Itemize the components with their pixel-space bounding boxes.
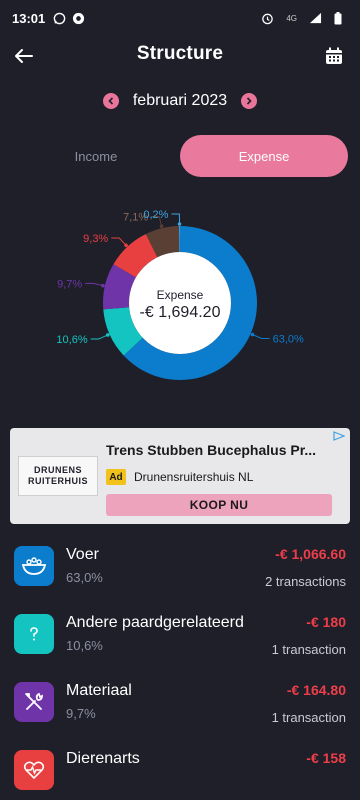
ad-source: Drunensruitershuis NL [134, 470, 254, 484]
expense-donut-chart: 63,0% 10,6% 9,7% 9,3% 7,1% 0,2% Expense -€ 1,… [0, 200, 360, 410]
slice-leader-dot [250, 332, 255, 337]
status-bar: 13:01 4G [0, 0, 360, 36]
whatsapp-icon [53, 12, 66, 25]
ad-cta-button[interactable]: KOOP NU [106, 494, 332, 516]
category-name: Voer [66, 546, 99, 563]
category-transactions: 2 transactions [265, 574, 346, 589]
slice-leader-dot [159, 224, 164, 228]
category-icon-bg [14, 546, 54, 586]
category-name: Andere paardgerelateerd [66, 614, 244, 631]
slice-leader-line [85, 282, 104, 287]
chrome-icon [72, 12, 85, 25]
slice-leader-dot [105, 333, 110, 337]
chart-center: Expense -€ 1,694.20 [130, 288, 230, 322]
category-percentage: 63,0% [66, 570, 103, 585]
slice-leader-line [252, 334, 270, 340]
ad-title[interactable]: Trens Stubben Bucephalus Pr... [106, 442, 326, 458]
slice-leader-line [90, 334, 108, 340]
chart-center-value: -€ 1,694.20 [139, 304, 221, 321]
list-item[interactable]: Voer 63,0% -€ 1,066.60 2 transactions [0, 540, 360, 608]
month-selector: februari 2023 [0, 88, 360, 114]
heartbeat-icon [23, 761, 45, 780]
income-expense-toggle: Income Expense [12, 135, 348, 177]
chart-center-label: Expense [156, 288, 204, 302]
slice-leader-line [111, 237, 127, 246]
category-list: Voer 63,0% -€ 1,066.60 2 transactions An… [0, 540, 360, 800]
ad-logo-line2: RUITERHUIS [27, 476, 88, 486]
page-title: Structure [136, 43, 224, 64]
category-transactions: 1 transaction [271, 710, 346, 725]
tab-income[interactable]: Income [12, 135, 180, 177]
category-transactions: 1 transaction [271, 642, 346, 657]
signal-icon [309, 12, 322, 25]
slice-label: 0,2% [143, 209, 168, 221]
chevron-right-icon [247, 97, 252, 105]
slice-leader-dot [177, 222, 182, 226]
slice-label: 9,7% [57, 278, 82, 290]
slice-leader-line [171, 213, 181, 225]
ad-logo: DRUNENS RUITERHUIS [18, 456, 98, 496]
category-amount: -€ 164.80 [286, 682, 346, 698]
category-percentage: 9,7% [66, 706, 96, 721]
feed-bowl-icon [21, 557, 47, 575]
slice-leader-dot [124, 243, 128, 248]
chevron-left-icon [108, 97, 113, 105]
calendar-button[interactable] [320, 42, 348, 70]
tools-icon [25, 692, 43, 710]
list-item[interactable]: Dierenarts -€ 158 [0, 744, 360, 800]
list-item[interactable]: Materiaal 9,7% -€ 164.80 1 transaction [0, 676, 360, 744]
tab-expense[interactable]: Expense [180, 135, 348, 177]
network-type-label: 4G [286, 13, 297, 23]
next-month-button[interactable] [241, 93, 258, 109]
slice-label: 63,0% [273, 334, 304, 346]
category-amount: -€ 158 [306, 750, 346, 766]
slice-label: 9,3% [83, 233, 108, 245]
status-time: 13:01 [12, 10, 46, 26]
question-icon [30, 627, 38, 641]
category-icon-bg [14, 750, 54, 790]
ad-choices-icon[interactable] [332, 430, 346, 442]
battery-icon [334, 11, 342, 25]
previous-month-button[interactable] [102, 93, 119, 109]
slice-leader-dot [101, 283, 105, 288]
category-icon-bg [14, 682, 54, 722]
slice-label: 10,6% [56, 334, 87, 346]
calendar-icon [326, 47, 342, 64]
category-amount: -€ 180 [306, 614, 346, 630]
app-bar: Structure [0, 36, 360, 76]
ad-banner[interactable]: DRUNENS RUITERHUIS Trens Stubben Bucepha… [10, 428, 350, 524]
ad-badge: Ad [106, 469, 126, 485]
month-label: februari 2023 [132, 92, 228, 109]
alarm-icon [261, 12, 274, 25]
category-icon-bg [14, 614, 54, 654]
category-name: Materiaal [66, 682, 132, 699]
list-item[interactable]: Andere paardgerelateerd 10,6% -€ 180 1 t… [0, 608, 360, 676]
category-name: Dierenarts [66, 750, 140, 767]
ad-logo-line1: DRUNENS [33, 465, 82, 475]
category-amount: -€ 1,066.60 [275, 546, 346, 562]
category-percentage: 10,6% [66, 638, 103, 653]
